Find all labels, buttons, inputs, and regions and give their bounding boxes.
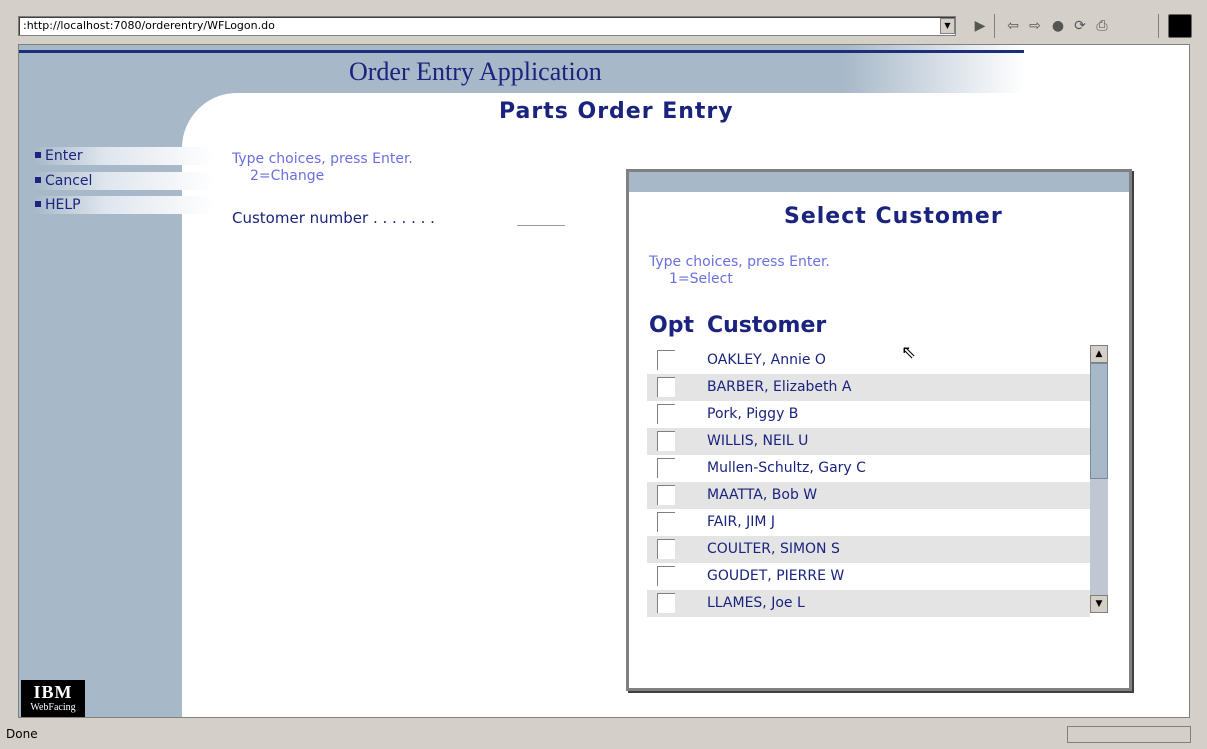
list-item: Pork, Piggy B — [647, 401, 1090, 428]
address-input[interactable]: :http://localhost:7080/orderentry/WFLogo… — [18, 16, 956, 36]
refresh-icon[interactable]: ⟳ — [1071, 17, 1089, 35]
header-corner — [182, 93, 242, 153]
header-banner: Order Entry Application — [19, 45, 1024, 93]
list-item: Mullen-Schultz, Gary C — [647, 455, 1090, 482]
customer-name: LLAMES, Joe L — [707, 595, 805, 611]
list-item: MAATTA, Bob W — [647, 482, 1090, 509]
list-item: BARBER, Elizabeth A — [647, 374, 1090, 401]
dialog-titlebar — [629, 172, 1129, 192]
scroll-up-icon[interactable]: ▲ — [1090, 345, 1108, 363]
mouse-pointer-icon: ⇖ — [901, 342, 917, 363]
browser-status-bar: Done — [0, 721, 1207, 749]
page-frame: Order Entry Application Parts Order Entr… — [18, 44, 1190, 718]
list-item: WILLIS, NEIL U — [647, 428, 1090, 455]
select-checkbox[interactable] — [657, 404, 675, 424]
select-checkbox[interactable] — [657, 485, 675, 505]
browser-toolbar: :http://localhost:7080/orderentry/WFLogo… — [0, 0, 1207, 44]
bullet-icon — [35, 201, 41, 207]
back-arrow-icon[interactable]: ⇦ — [1004, 17, 1022, 35]
select-checkbox[interactable] — [657, 512, 675, 532]
play-icon[interactable]: ▶ — [971, 17, 989, 35]
customer-name: COULTER, SIMON S — [707, 541, 840, 557]
bullet-icon — [35, 152, 41, 158]
customer-number-input[interactable] — [517, 225, 565, 226]
customer-name: WILLIS, NEIL U — [707, 433, 809, 449]
page-title: Parts Order Entry — [499, 99, 734, 124]
toolbar-separator — [994, 14, 995, 38]
select-checkbox[interactable] — [657, 593, 675, 613]
app-title: Order Entry Application — [349, 57, 602, 86]
menu-label: Cancel — [45, 173, 93, 189]
status-text: Done — [6, 727, 38, 741]
customer-name: MAATTA, Bob W — [707, 487, 818, 503]
customer-name: BARBER, Elizabeth A — [707, 379, 852, 395]
menu-label: Enter — [45, 148, 83, 164]
customer-name: GOUDET, PIERRE W — [707, 568, 845, 584]
customer-name: Mullen-Schultz, Gary C — [707, 460, 866, 476]
scroll-thumb[interactable] — [1090, 363, 1108, 479]
select-checkbox[interactable] — [657, 350, 675, 370]
ibm-webfacing-logo: IBM WebFacing — [21, 680, 85, 717]
column-header-customer: Customer — [707, 313, 827, 338]
select-checkbox[interactable] — [657, 566, 675, 586]
dialog-option-hint: 1=Select — [669, 271, 733, 287]
list-item: OAKLEY, Annie O — [647, 347, 1090, 374]
list-item: GOUDET, PIERRE W — [647, 563, 1090, 590]
browser-logo-icon — [1168, 14, 1192, 38]
dialog-instruction: Type choices, press Enter. — [649, 254, 830, 270]
customer-name: FAIR, JIM J — [707, 514, 776, 530]
forward-arrow-icon[interactable]: ⇨ — [1026, 17, 1044, 35]
address-dropdown-button[interactable]: ▼ — [940, 18, 955, 34]
list-item: COULTER, SIMON S — [647, 536, 1090, 563]
toolbar-separator — [1158, 14, 1159, 38]
left-nav-column — [19, 45, 182, 717]
main-option-hint: 2=Change — [250, 168, 325, 184]
select-checkbox[interactable] — [657, 431, 675, 451]
list-item: LLAMES, Joe L — [647, 590, 1090, 617]
list-item: FAIR, JIM J — [647, 509, 1090, 536]
select-customer-dialog: Select Customer Type choices, press Ente… — [626, 169, 1132, 691]
status-pane — [1067, 726, 1191, 743]
scroll-down-icon[interactable]: ▼ — [1090, 595, 1108, 613]
select-checkbox[interactable] — [657, 458, 675, 478]
print-icon[interactable]: ⎙ — [1093, 17, 1111, 35]
menu-item-cancel[interactable]: Cancel — [33, 172, 215, 190]
menu-label: HELP — [45, 197, 81, 213]
header-rule — [19, 50, 1024, 53]
stop-icon[interactable]: ● — [1049, 17, 1067, 35]
dialog-title: Select Customer — [784, 204, 1003, 229]
bullet-icon — [35, 177, 41, 183]
select-checkbox[interactable] — [657, 377, 675, 397]
menu-item-help[interactable]: HELP — [33, 196, 215, 214]
customer-name: OAKLEY, Annie O — [707, 352, 826, 368]
list-scrollbar[interactable]: ▲ ▼ — [1090, 345, 1108, 613]
main-instruction: Type choices, press Enter. — [232, 151, 413, 167]
customer-number-label: Customer number . . . . . . . — [232, 209, 435, 227]
customer-name: Pork, Piggy B — [707, 406, 799, 422]
menu-item-enter[interactable]: Enter — [33, 147, 215, 165]
select-checkbox[interactable] — [657, 539, 675, 559]
column-header-opt: Opt — [649, 313, 694, 338]
